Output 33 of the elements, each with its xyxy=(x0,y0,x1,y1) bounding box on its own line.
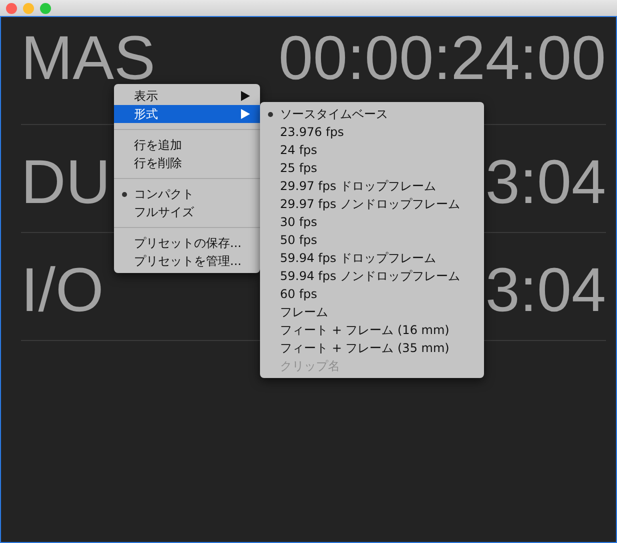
menu-item[interactable]: 形式 xyxy=(114,105,260,123)
zoom-button[interactable] xyxy=(40,2,51,14)
menu-item[interactable]: 行を削除 xyxy=(114,154,260,172)
menu-item[interactable]: 25 fps xyxy=(260,159,484,177)
timecode: 3:04 xyxy=(485,152,606,214)
menu-item[interactable]: フィート + フレーム (16 mm) xyxy=(260,321,484,339)
menu-item[interactable]: ソースタイムベース xyxy=(260,105,484,123)
timecode: 3:04 xyxy=(485,260,606,322)
timecode: 00:00:24:00 xyxy=(278,28,606,90)
menu-item[interactable]: 60 fps xyxy=(260,285,484,303)
close-button[interactable] xyxy=(6,2,17,14)
row-label: I/O xyxy=(21,260,104,322)
menu-item[interactable]: 29.97 fps ドロップフレーム xyxy=(260,177,484,195)
menu-item[interactable]: 29.97 fps ノンドロップフレーム xyxy=(260,195,484,213)
menu-item[interactable]: 23.976 fps xyxy=(260,123,484,141)
menu-item[interactable]: 59.94 fps ドロップフレーム xyxy=(260,249,484,267)
menu-item[interactable]: フルサイズ xyxy=(114,203,260,221)
menu-item[interactable]: 行を追加 xyxy=(114,136,260,154)
menu-item[interactable]: フィート + フレーム (35 mm) xyxy=(260,339,484,357)
row-label: MAS xyxy=(21,28,156,90)
check-dot xyxy=(268,112,273,117)
menu-item[interactable]: 59.94 fps ノンドロップフレーム xyxy=(260,267,484,285)
row-label: DU xyxy=(21,152,111,214)
menu-item[interactable]: フレーム xyxy=(260,303,484,321)
menu-item[interactable]: プリセットを管理... xyxy=(114,252,260,270)
menu-item[interactable]: プリセットの保存... xyxy=(114,234,260,252)
minimize-button[interactable] xyxy=(23,2,34,14)
menu-item[interactable]: コンパクト xyxy=(114,185,260,203)
menu-item[interactable]: 表示 xyxy=(114,87,260,105)
menu-item[interactable]: 30 fps xyxy=(260,213,484,231)
check-dot xyxy=(122,192,127,197)
menu-item[interactable]: 50 fps xyxy=(260,231,484,249)
menu-item[interactable]: 24 fps xyxy=(260,141,484,159)
